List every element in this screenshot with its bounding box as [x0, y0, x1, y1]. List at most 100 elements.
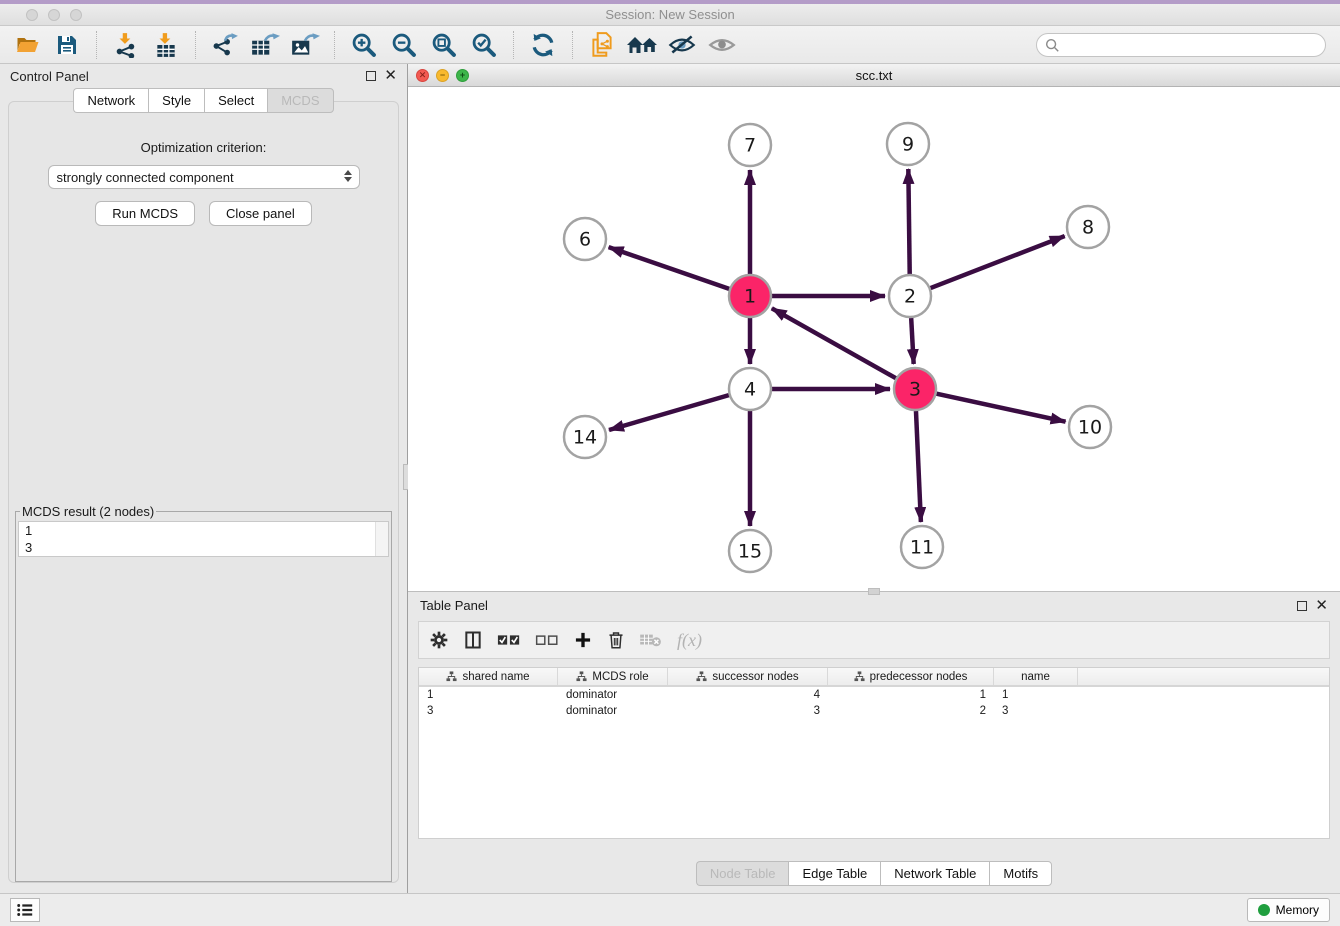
maximize-window-button[interactable]	[70, 9, 82, 21]
graph-node-label-8: 8	[1082, 217, 1094, 239]
column-header-name[interactable]: name	[994, 668, 1078, 685]
result-list-scrollbar[interactable]	[375, 522, 388, 556]
table-row[interactable]: 3 dominator 3 2 3	[419, 703, 1329, 719]
tab-select[interactable]: Select	[204, 88, 267, 113]
mcds-result-list[interactable]: 1 3	[18, 521, 389, 557]
column-header-shared-name[interactable]: shared name	[419, 668, 558, 685]
zoom-selected-button[interactable]	[467, 29, 501, 61]
export-image-button[interactable]	[288, 29, 322, 61]
hierarchy-icon	[854, 671, 865, 682]
toolbar-separator	[334, 31, 335, 59]
show-columns-button[interactable]	[463, 630, 483, 650]
table-row[interactable]: 1 dominator 4 1 1	[419, 687, 1329, 703]
save-session-button[interactable]	[50, 29, 84, 61]
refresh-layout-button[interactable]	[526, 29, 560, 61]
tab-node-table[interactable]: Node Table	[696, 861, 789, 886]
graph-node-label-7: 7	[744, 135, 756, 157]
task-history-button[interactable]	[10, 898, 40, 922]
cell-shared-name[interactable]: 1	[419, 689, 558, 701]
search-input[interactable]	[1036, 33, 1326, 57]
control-panel: Control Panel ✕ Network Style Select MCD…	[0, 64, 408, 893]
export-network-button[interactable]	[208, 29, 242, 61]
unselect-all-rows-button[interactable]	[535, 632, 559, 648]
hide-graphics-details-button[interactable]	[665, 29, 699, 61]
minimize-view-button[interactable]: −	[436, 69, 449, 82]
table-settings-button[interactable]	[429, 630, 449, 650]
application-window: Session: New Session Control	[0, 0, 1340, 926]
cell-predecessor-nodes[interactable]: 2	[828, 705, 994, 717]
float-table-panel-icon[interactable]	[1297, 601, 1307, 611]
copy-network-icon	[589, 31, 615, 59]
cell-successor-nodes[interactable]: 4	[668, 689, 828, 701]
columns-icon	[463, 630, 483, 650]
export-table-button[interactable]	[248, 29, 282, 61]
toolbar-separator	[195, 31, 196, 59]
graph-node-label-6: 6	[579, 229, 591, 251]
search-icon	[1044, 37, 1060, 58]
zoom-in-button[interactable]	[347, 29, 381, 61]
network-window-controls: ✕ − +	[416, 69, 469, 82]
copy-network-button[interactable]	[585, 29, 619, 61]
memory-status-icon	[1258, 904, 1270, 916]
cell-successor-nodes[interactable]: 3	[668, 705, 828, 717]
zoom-out-button[interactable]	[387, 29, 421, 61]
zoom-fit-button[interactable]	[427, 29, 461, 61]
minimize-window-button[interactable]	[48, 9, 60, 21]
float-panel-icon[interactable]	[366, 71, 376, 81]
close-view-button[interactable]: ✕	[416, 69, 429, 82]
titlebar: Session: New Session	[0, 4, 1340, 26]
close-table-panel-icon[interactable]: ✕	[1315, 601, 1328, 611]
mcds-result-item: 3	[19, 539, 388, 556]
column-header-mcds-role[interactable]: MCDS role	[558, 668, 668, 685]
import-network-button[interactable]	[109, 29, 143, 61]
mcds-result-box: MCDS result (2 nodes) 1 3	[15, 504, 392, 882]
cell-shared-name[interactable]: 3	[419, 705, 558, 717]
add-column-button[interactable]	[573, 630, 593, 650]
network-window-titlebar: ✕ − + scc.txt	[408, 64, 1340, 87]
import-table-button[interactable]	[149, 29, 183, 61]
criterion-select[interactable]: strongly connected component	[48, 165, 360, 189]
tab-network-table[interactable]: Network Table	[880, 861, 989, 886]
show-graphics-details-button[interactable]	[705, 29, 739, 61]
network-graph[interactable]: 7968124314101511	[408, 87, 1340, 591]
network-canvas[interactable]: 7968124314101511	[408, 87, 1340, 591]
cell-mcds-role[interactable]: dominator	[558, 689, 668, 701]
cell-mcds-role[interactable]: dominator	[558, 705, 668, 717]
open-session-button[interactable]	[10, 29, 44, 61]
tab-style[interactable]: Style	[148, 88, 204, 113]
unselect-all-icon	[535, 632, 559, 648]
close-panel-button[interactable]: Close panel	[209, 201, 312, 226]
column-header-successor-nodes[interactable]: successor nodes	[668, 668, 828, 685]
trash-icon	[607, 630, 625, 650]
export-network-icon	[211, 32, 239, 58]
close-panel-icon[interactable]: ✕	[384, 71, 397, 81]
memory-button[interactable]: Memory	[1247, 898, 1330, 922]
tab-mcds[interactable]: MCDS	[267, 88, 333, 113]
tab-edge-table[interactable]: Edge Table	[788, 861, 880, 886]
home-all-views-button[interactable]	[625, 29, 659, 61]
control-panel-tabs: Network Style Select MCDS	[0, 88, 407, 113]
run-mcds-button[interactable]: Run MCDS	[95, 201, 195, 226]
close-window-button[interactable]	[26, 9, 38, 21]
column-header-predecessor-nodes[interactable]: predecessor nodes	[828, 668, 994, 685]
function-builder-button[interactable]: f(x)	[677, 630, 702, 651]
canvas-resize-handle[interactable]	[868, 588, 880, 595]
mcds-result-title: MCDS result (2 nodes)	[20, 504, 156, 519]
hierarchy-icon	[576, 671, 587, 682]
table-panel-header: Table Panel ✕	[408, 592, 1340, 619]
graph-edge-3-1	[772, 308, 896, 378]
delete-table-button[interactable]	[639, 631, 663, 649]
graph-node-label-10: 10	[1078, 417, 1102, 439]
select-all-rows-button[interactable]	[497, 632, 521, 648]
graph-edge-2-9	[908, 169, 909, 274]
node-table: shared name MCDS role successor nodes pr…	[418, 667, 1330, 839]
tab-network[interactable]: Network	[73, 88, 148, 113]
cell-name[interactable]: 1	[994, 689, 1078, 701]
criterion-selected-value: strongly connected component	[57, 170, 234, 185]
cell-predecessor-nodes[interactable]: 1	[828, 689, 994, 701]
cell-name[interactable]: 3	[994, 705, 1078, 717]
maximize-view-button[interactable]: +	[456, 69, 469, 82]
table-panel: Table Panel ✕ f(x)	[408, 592, 1340, 893]
tab-motifs[interactable]: Motifs	[989, 861, 1052, 886]
delete-column-button[interactable]	[607, 630, 625, 650]
